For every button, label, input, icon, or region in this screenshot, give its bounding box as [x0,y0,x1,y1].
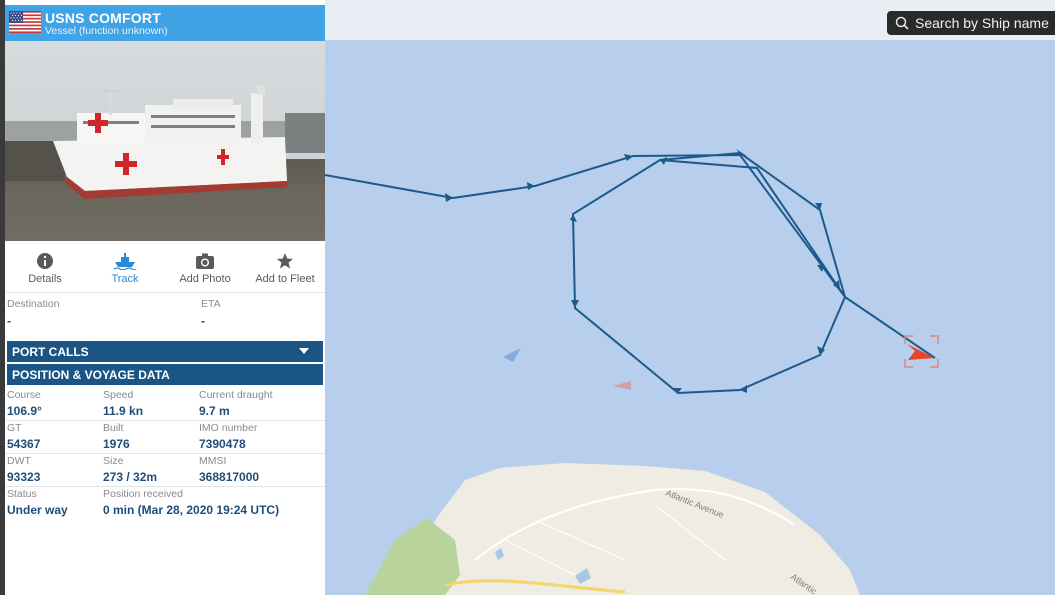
position-voyage-title: POSITION & VOYAGE DATA [12,367,170,382]
eta-value: - [201,314,205,328]
position-voyage-section[interactable]: POSITION & VOYAGE DATA [7,364,323,385]
dwt-value: 93323 [7,470,41,484]
built-value: 1976 [103,437,130,451]
speed-value: 11.9 kn [103,404,144,418]
vessel-photo[interactable] [5,41,325,241]
speed-label: Speed [103,389,134,401]
size-value: 273 / 32m [103,470,158,484]
ship-track-icon [113,253,137,270]
search-input[interactable]: Search by Ship name [887,11,1055,35]
tab-label: Add to Fleet [255,273,315,285]
tab-add-to-fleet[interactable]: Add to Fleet [245,245,325,293]
other-vessel-icon [503,348,521,362]
chevron-down-icon [299,348,309,354]
camera-icon [196,253,214,269]
draught-label: Current draught [199,389,273,401]
course-value: 106.9° [7,404,42,418]
mmsi-value: 368817000 [199,470,260,484]
divider [5,420,325,421]
port-calls-title: PORT CALLS [12,344,89,359]
track-arrow-icon [571,300,579,308]
info-icon [37,253,53,269]
tab-label: Details [28,273,62,285]
built-label: Built [103,422,124,434]
other-vessel-icon [613,381,631,390]
vessel-tabs: Details Track Add Photo Add to Fleet [5,245,325,293]
port-calls-section[interactable]: PORT CALLS [7,341,323,362]
imo-value: 7390478 [199,437,246,451]
gt-label: GT [7,422,22,434]
star-icon [277,253,293,269]
divider [5,486,325,487]
search-icon [895,16,909,30]
size-label: Size [103,455,124,467]
tab-label: Add Photo [179,273,231,285]
map-view[interactable]: Atlantic Avenue Atlantic [325,0,1055,595]
vessel-header: USNS COMFORT Vessel (function unknown) [5,5,325,41]
gt-value: 54367 [7,437,41,451]
vessel-track [325,151,936,395]
destination-value: - [7,314,11,328]
track-arrow-icon [527,182,535,190]
us-flag-icon [9,11,41,33]
map-canvas[interactable]: Atlantic Avenue Atlantic [325,0,1055,595]
destination-label: Destination [7,298,60,310]
position-received-label: Position received [103,488,183,500]
track-arrow-icon [817,265,824,272]
track-arrow-icon [445,193,453,202]
imo-label: IMO number [199,422,258,434]
search-placeholder: Search by Ship name [915,15,1049,31]
divider [5,453,325,454]
dwt-label: DWT [7,455,31,467]
tab-add-photo[interactable]: Add Photo [165,245,245,293]
mmsi-label: MMSI [199,455,227,467]
vessel-panel: USNS COMFORT Vessel (function unknown) D… [5,5,325,595]
divider [5,292,325,293]
status-value: Under way [7,503,68,517]
tab-details[interactable]: Details [5,245,85,293]
track-arrow-icon [570,214,577,222]
position-received-value: 0 min (Mar 28, 2020 19:24 UTC) [103,503,280,517]
tab-label: Track [111,273,139,285]
vessel-type: Vessel (function unknown) [45,25,168,37]
vessel-marker-icon [907,344,935,360]
vessel-name: USNS COMFORT [45,10,161,26]
tab-track[interactable]: Track [85,245,165,293]
eta-label: ETA [201,298,221,310]
status-label: Status [7,488,37,500]
draught-value: 9.7 m [199,404,230,418]
course-label: Course [7,389,41,401]
